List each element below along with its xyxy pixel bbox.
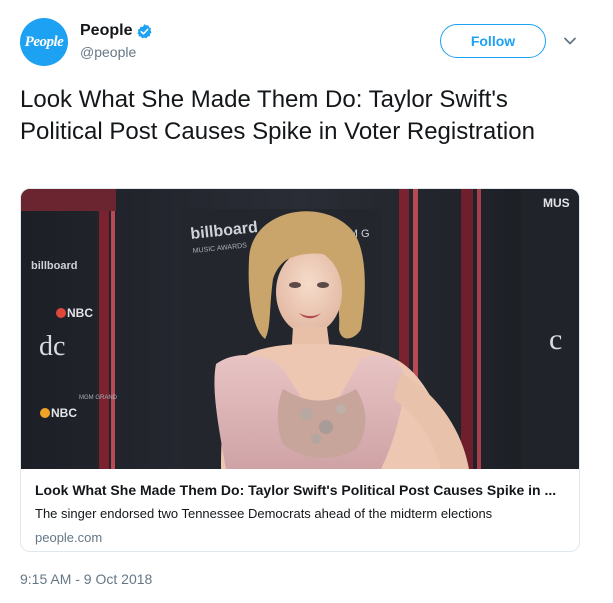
author-display-name-row[interactable]: People [80, 22, 153, 40]
card-domain: people.com [35, 530, 103, 545]
tweet-timestamp[interactable]: 9:15 AM - 9 Oct 2018 [20, 571, 152, 587]
verified-badge-icon [137, 23, 153, 38]
svg-text:MGM GRAND: MGM GRAND [79, 395, 118, 401]
card-image[interactable]: billboard MUSIC AWARDS billboard NBC dc … [21, 189, 580, 469]
card-title[interactable]: Look What She Made Them Do: Taylor Swift… [35, 480, 567, 500]
chevron-down-icon[interactable] [561, 32, 579, 50]
svg-text:NBC: NBC [51, 406, 77, 420]
svg-text:billboard: billboard [31, 260, 77, 272]
tweet-text: Look What She Made Them Do: Taylor Swift… [20, 86, 535, 145]
author-names: People @people [80, 22, 153, 60]
author-display-name[interactable]: People [80, 22, 132, 40]
card-body: Look What She Made Them Do: Taylor Swift… [35, 480, 567, 548]
svg-text:MUS: MUS [543, 196, 570, 210]
card-description: The singer endorsed two Tennessee Democr… [35, 506, 493, 521]
avatar[interactable]: People [20, 18, 68, 66]
link-card[interactable]: billboard MUSIC AWARDS billboard NBC dc … [20, 188, 580, 552]
svg-text:NBC: NBC [67, 306, 93, 320]
follow-button[interactable]: Follow [440, 24, 546, 58]
author-handle[interactable]: @people [80, 44, 153, 60]
svg-text:dc: dc [39, 331, 65, 362]
svg-text:c: c [549, 323, 562, 356]
tweet-header: People People @people Follow [20, 18, 593, 68]
